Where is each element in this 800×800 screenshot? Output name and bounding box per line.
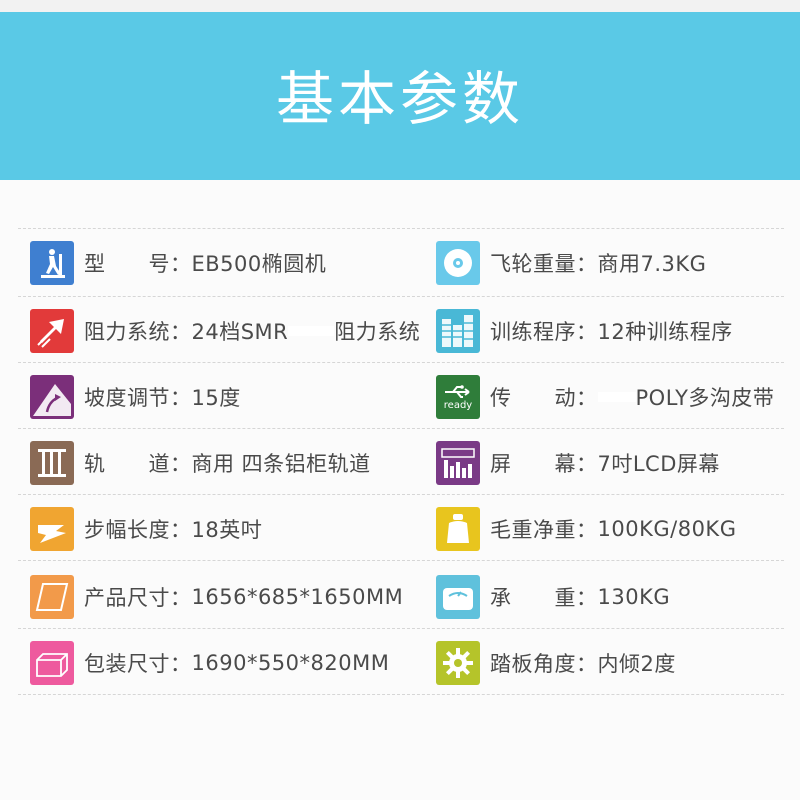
spec-item-load: 承 重： 130KG	[436, 574, 670, 620]
spec-label: 步幅长度：	[84, 518, 192, 542]
spec-label: 屏 幕：	[490, 452, 598, 476]
spec-label: 产品尺寸：	[84, 586, 192, 610]
spec-item-package-size: 包装尺寸： 1690*550*820MM	[30, 640, 389, 686]
spec-value: POLY多沟皮带	[635, 386, 775, 410]
resistance-arrow-icon	[30, 309, 74, 353]
gear-icon	[436, 641, 480, 685]
spec-label: 坡度调节：	[84, 386, 192, 410]
incline-arrow-icon	[30, 375, 74, 419]
spec-item-model: 型 号： EB500椭圆机	[30, 240, 326, 286]
row-divider	[18, 428, 784, 429]
spec-value-suffix: 阻力系统	[334, 320, 421, 344]
stride-shoe-icon	[30, 507, 74, 551]
spec-value: 24档SMR	[191, 320, 289, 344]
spec-item-program: 训练程序： 12种训练程序	[436, 308, 733, 354]
page-title: 基本参数	[275, 65, 524, 133]
spec-value: 1690*550*820MM	[191, 651, 390, 675]
spec-item-pedal: 踏板角度： 内倾2度	[436, 640, 676, 686]
spec-item-weight: 毛重净重： 100KG/80KG	[436, 506, 736, 552]
spec-label: 毛重净重：	[490, 518, 598, 542]
spec-item-incline: 坡度调节： 15度	[30, 374, 241, 420]
obscured-gap	[597, 392, 636, 402]
spec-label: 传 动：	[490, 386, 598, 410]
spec-value: 100KG/80KG	[597, 517, 737, 541]
training-program-icon	[436, 309, 480, 353]
product-size-icon	[30, 575, 74, 619]
package-box-icon	[30, 641, 74, 685]
spec-item-rail: 轨 道： 商用 四条铝柜轨道	[30, 440, 371, 486]
elliptical-machine-icon	[30, 241, 74, 285]
spec-value: 18英吋	[191, 518, 263, 542]
spec-value: 1656*685*1650MM	[191, 585, 404, 609]
spec-label: 飞轮重量：	[490, 252, 598, 276]
header-banner: 基本参数	[0, 12, 800, 180]
spec-item-resistance: 阻力系统： 24档SMR 阻力系统	[30, 308, 420, 354]
top-strip	[0, 0, 800, 12]
row-divider	[18, 228, 784, 229]
row-divider	[18, 628, 784, 629]
spec-value: 130KG	[597, 585, 671, 609]
spec-label: 踏板角度：	[490, 652, 598, 676]
flywheel-disc-icon	[436, 241, 480, 285]
usb-ready-text: ready	[443, 399, 473, 411]
spec-value: 15度	[191, 386, 241, 410]
spec-label: 型 号：	[84, 252, 192, 276]
row-divider	[18, 494, 784, 495]
usb-ready-icon: ready	[436, 375, 480, 419]
rail-icon	[30, 441, 74, 485]
row-divider	[18, 560, 784, 561]
spec-value: 12种训练程序	[597, 320, 733, 344]
spec-item-drive: ready 传 动： POLY多沟皮带	[436, 374, 774, 420]
row-divider	[18, 362, 784, 363]
spec-label: 承 重：	[490, 586, 598, 610]
spec-value: 内倾2度	[597, 652, 676, 676]
lcd-screen-icon	[436, 441, 480, 485]
obscured-gap	[288, 326, 335, 336]
spec-item-flywheel: 飞轮重量： 商用7.3KG	[436, 240, 706, 286]
spec-label: 包装尺寸：	[84, 652, 192, 676]
spec-label: 轨 道：	[84, 452, 192, 476]
spec-value: 商用 四条铝柜轨道	[191, 452, 371, 476]
row-divider	[18, 694, 784, 695]
spec-item-product-size: 产品尺寸： 1656*685*1650MM	[30, 574, 403, 620]
weight-icon	[436, 507, 480, 551]
scale-icon	[436, 575, 480, 619]
spec-value: 商用7.3KG	[597, 252, 707, 276]
spec-label: 训练程序：	[490, 320, 598, 344]
spec-value: 7吋LCD屏幕	[597, 452, 720, 476]
spec-label: 阻力系统：	[84, 320, 192, 344]
spec-value: EB500椭圆机	[191, 252, 327, 276]
spec-item-screen: 屏 幕： 7吋LCD屏幕	[436, 440, 720, 486]
row-divider	[18, 296, 784, 297]
spec-item-stride: 步幅长度： 18英吋	[30, 506, 262, 552]
